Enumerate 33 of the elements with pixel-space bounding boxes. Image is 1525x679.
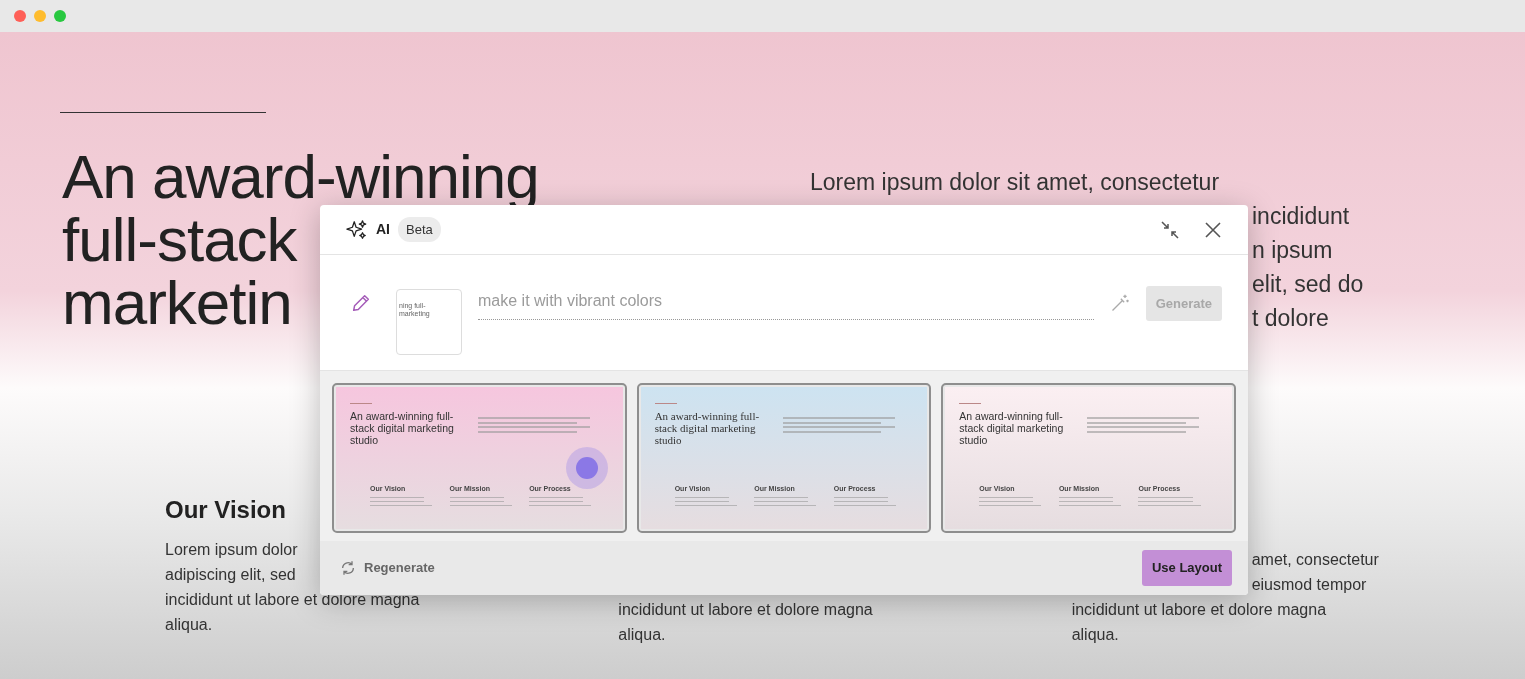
maximize-window-icon[interactable] — [54, 10, 66, 22]
paragraph-text: aliqua. — [618, 625, 666, 645]
slide-heading: An award-winning full-stack digital marketing studio — [959, 410, 1065, 446]
minimize-window-icon[interactable] — [34, 10, 46, 22]
panel-title: AI — [376, 220, 390, 239]
paragraph-text: elit, sed do — [1252, 270, 1364, 299]
close-window-icon[interactable] — [14, 10, 26, 22]
beta-label: Beta — [398, 216, 441, 243]
paragraph-text: aliqua. — [1071, 625, 1119, 645]
paragraph-text: t dolore — [1252, 304, 1329, 333]
close-icon[interactable] — [1204, 220, 1222, 239]
collapse-icon[interactable] — [1160, 219, 1180, 240]
paragraph-text: incididunt ut labore et dolore magna — [165, 590, 420, 610]
paragraph-text: incididunt — [1252, 202, 1350, 231]
paragraph-text: n ipsum — [1252, 236, 1333, 265]
slide-heading: An award-winning full-stack digital marketing studio — [654, 410, 761, 446]
paragraph-text: Lorem ipsum dolor sit amet, consectetur — [810, 168, 1220, 197]
slide-heading: An award-winning full-stack digital marketing studio — [350, 410, 455, 446]
refresh-icon — [340, 560, 356, 576]
paragraph-text: eiusmod tempor — [1251, 575, 1367, 595]
sparkle-icon — [346, 218, 368, 241]
paragraph-text: incididunt ut labore et dolore magna — [1071, 600, 1327, 620]
regenerate-button[interactable]: Regenerate — [340, 558, 435, 578]
headline-text: marketin — [62, 271, 292, 334]
paragraph-text: amet, consectetur — [1251, 550, 1379, 570]
headline-text: An award-winning — [62, 145, 539, 208]
headline-text: full-stack — [62, 208, 297, 271]
paragraph-text: incididunt ut labore et dolore magna — [618, 600, 873, 620]
paragraph-text: Lorem ipsum dolor — [165, 540, 298, 560]
use-layout-button[interactable]: Use Layout — [1141, 550, 1232, 586]
paragraph-text: aliqua. — [165, 615, 213, 635]
section-heading: Our Vision — [165, 497, 286, 522]
paragraph-text: adipiscing elit, sed — [165, 565, 296, 585]
